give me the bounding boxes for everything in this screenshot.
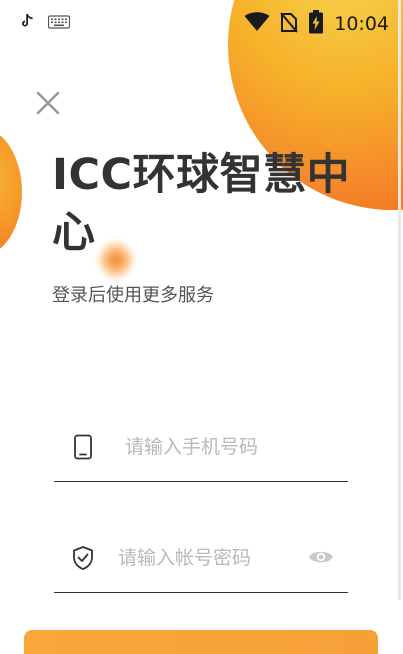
status-bar: 10:04: [0, 0, 403, 44]
phone-icon: [70, 434, 96, 460]
login-screen: 10:04 ICC环球智慧中心 登录后使用更多服务: [0, 0, 403, 654]
password-field: [54, 533, 348, 593]
eye-icon: [309, 551, 333, 563]
phone-input[interactable]: [125, 430, 335, 464]
tiktok-icon: [20, 13, 34, 33]
page-subtitle: 登录后使用更多服务: [52, 285, 214, 306]
battery-charging-icon: [308, 10, 324, 38]
close-button[interactable]: [34, 89, 62, 117]
scrollbar[interactable]: [398, 0, 401, 600]
status-bar-right: 10:04: [244, 10, 389, 38]
shield-check-icon: [70, 545, 96, 571]
no-sim-icon: [280, 11, 298, 37]
wifi-icon: [244, 12, 270, 36]
phone-field: [54, 422, 348, 482]
close-icon: [36, 91, 60, 115]
password-input[interactable]: [118, 541, 298, 575]
login-button[interactable]: [24, 630, 378, 654]
decorative-blob-left: [0, 128, 22, 256]
status-bar-left: [20, 13, 71, 33]
toggle-password-visibility-button[interactable]: [308, 545, 334, 569]
keyboard-icon: [47, 14, 71, 33]
page-title: ICC环球智慧中心: [52, 150, 351, 258]
status-time: 10:04: [334, 13, 389, 35]
